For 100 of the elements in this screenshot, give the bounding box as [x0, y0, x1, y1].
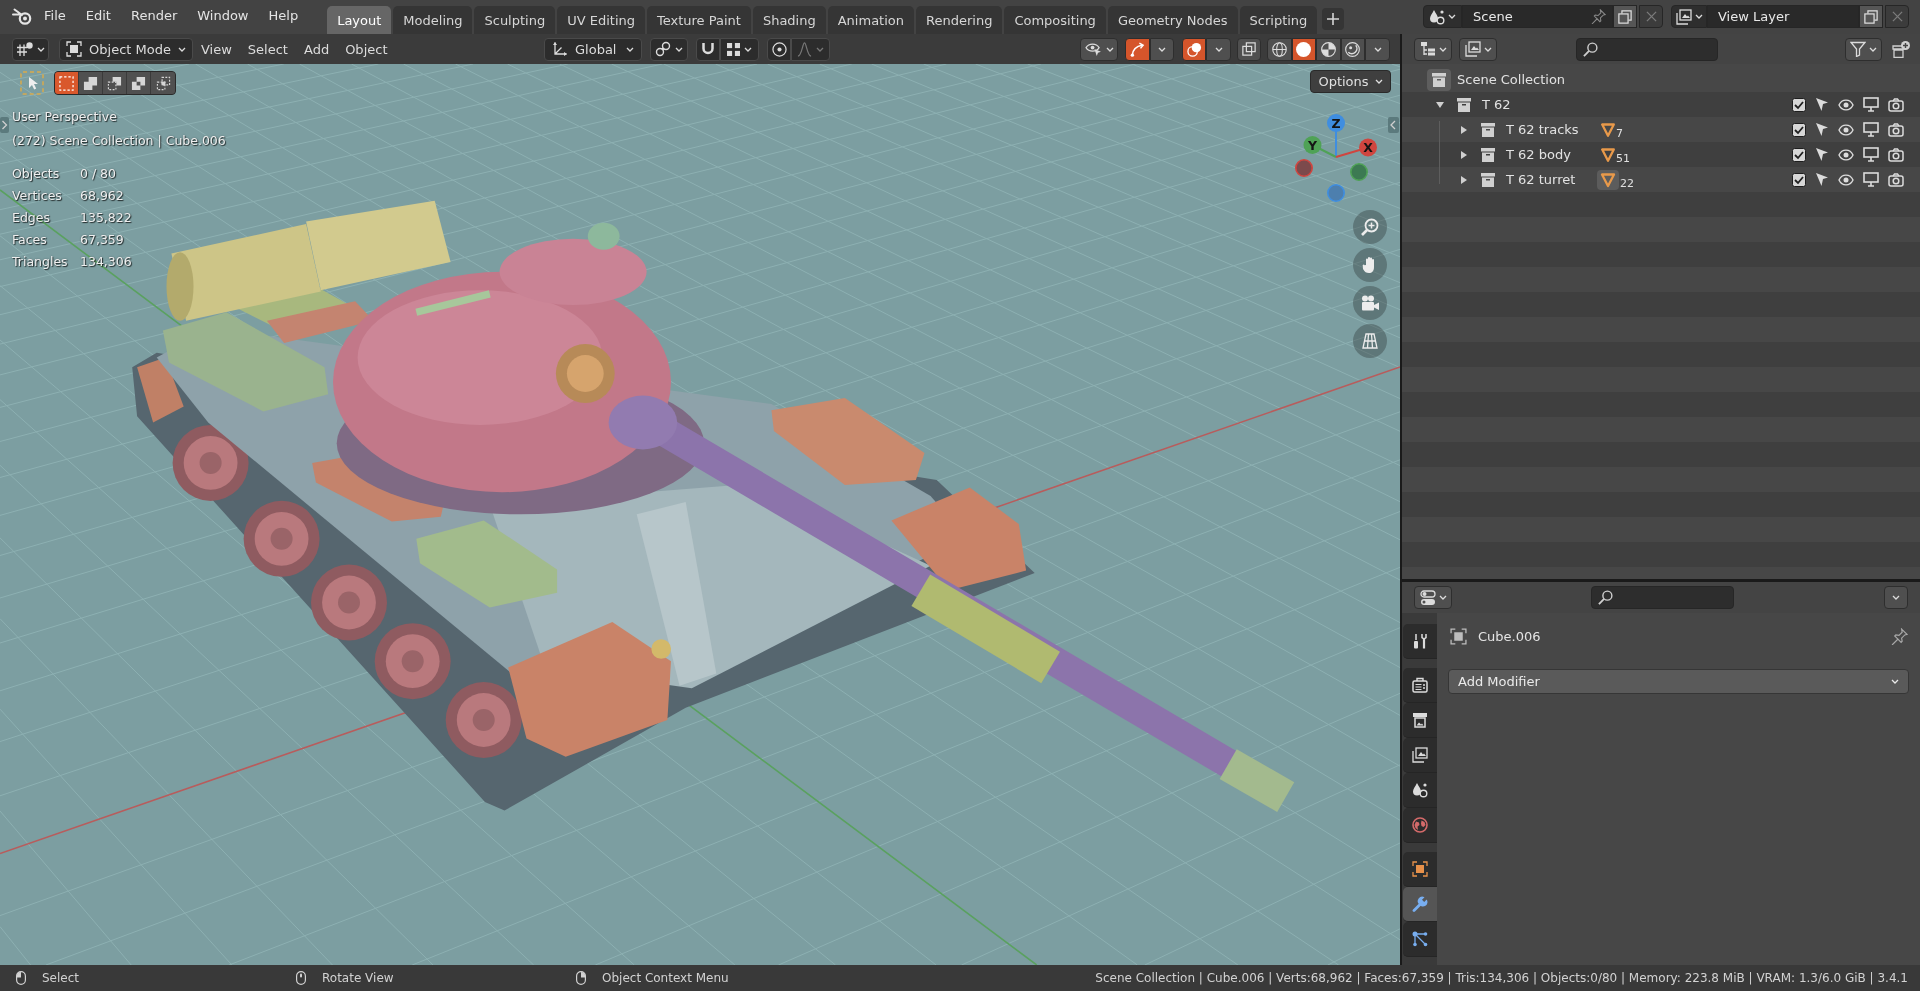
- shading-button[interactable]: [1316, 37, 1341, 61]
- eye-icon[interactable]: [1838, 98, 1854, 111]
- snap-target-dropdown[interactable]: [720, 37, 759, 61]
- camera-icon[interactable]: [1888, 147, 1904, 162]
- overlays-toggle[interactable]: [1182, 37, 1206, 61]
- xray-toggle[interactable]: [1237, 37, 1261, 61]
- chevron-right-icon[interactable]: [0, 117, 9, 133]
- shading-button[interactable]: [1267, 37, 1292, 61]
- checkbox[interactable]: [1792, 147, 1806, 162]
- eye-icon[interactable]: [1838, 123, 1854, 136]
- outliner-search-field[interactable]: [1576, 37, 1718, 61]
- shading-dropdown[interactable]: [1365, 37, 1390, 61]
- triangle-right-icon[interactable]: [1461, 125, 1467, 134]
- collection-name[interactable]: T 62 turret: [1506, 172, 1576, 187]
- axis-button[interactable]: X: [1335, 138, 1377, 158]
- properties-tab[interactable]: [1403, 668, 1437, 703]
- overlays-dropdown[interactable]: [1206, 37, 1231, 61]
- display-mode-dropdown[interactable]: [1414, 37, 1452, 61]
- mode-dropdown[interactable]: Object Mode: [59, 37, 193, 61]
- workspace-tab[interactable]: Shading: [752, 6, 826, 34]
- properties-tab[interactable]: [1403, 703, 1437, 738]
- triangle-down-icon[interactable]: [1436, 101, 1444, 108]
- menu-item[interactable]: File: [34, 0, 76, 31]
- gizmo-dropdown[interactable]: [1150, 37, 1174, 61]
- delete-scene-button[interactable]: [1639, 5, 1663, 28]
- scene-browse-button[interactable]: [1423, 5, 1462, 28]
- properties-tab[interactable]: [1403, 773, 1437, 808]
- monitor-icon[interactable]: [1863, 122, 1879, 137]
- view-layer-name-field[interactable]: View Layer: [1707, 5, 1859, 28]
- mesh-triangle-icon[interactable]: [1597, 169, 1619, 190]
- cursor-arrow-icon[interactable]: [1815, 172, 1829, 187]
- add-workspace-button[interactable]: [1322, 8, 1345, 30]
- options-dropdown[interactable]: Options: [1310, 70, 1391, 93]
- view-layer-browse-button[interactable]: [1671, 5, 1707, 28]
- add-modifier-dropdown[interactable]: Add Modifier: [1448, 669, 1909, 694]
- camera-icon[interactable]: [1888, 122, 1904, 137]
- menu-item[interactable]: Help: [258, 0, 309, 31]
- perspective-toggle[interactable]: [1353, 324, 1387, 358]
- properties-tab[interactable]: [1403, 887, 1437, 922]
- workspace-tab[interactable]: Rendering: [916, 6, 1003, 34]
- negative-axis-button[interactable]: [1295, 159, 1313, 177]
- collection-name[interactable]: T 62 tracks: [1506, 122, 1579, 137]
- menu-item[interactable]: Edit: [75, 0, 121, 31]
- monitor-icon[interactable]: [1863, 172, 1879, 187]
- gizmo-toggle[interactable]: [1125, 37, 1150, 61]
- monitor-icon[interactable]: [1863, 97, 1879, 112]
- new-collection-icon[interactable]: [1892, 40, 1910, 58]
- axis-button[interactable]: Y: [1303, 136, 1337, 158]
- collection-name[interactable]: T 62: [1482, 97, 1511, 112]
- workspace-tab[interactable]: Layout: [327, 6, 392, 34]
- triangle-right-icon[interactable]: [1461, 150, 1467, 159]
- workspace-tab[interactable]: Animation: [827, 6, 914, 34]
- camera-view-button[interactable]: [1353, 286, 1387, 320]
- checkbox[interactable]: [1792, 172, 1806, 187]
- snap-toggle[interactable]: [696, 37, 720, 61]
- workspace-tab[interactable]: Texture Paint: [647, 6, 751, 34]
- collection-name[interactable]: T 62 body: [1506, 147, 1571, 162]
- header-menu[interactable]: Select: [239, 37, 296, 61]
- pin-icon[interactable]: [1891, 627, 1908, 645]
- camera-icon[interactable]: [1888, 172, 1904, 187]
- properties-search-field[interactable]: [1591, 586, 1734, 609]
- new-view-layer-button[interactable]: [1859, 5, 1883, 28]
- axis-button[interactable]: Z: [1327, 114, 1345, 158]
- monitor-icon[interactable]: [1863, 147, 1879, 162]
- pivot-dropdown[interactable]: [650, 37, 688, 61]
- filter-mode-dropdown[interactable]: [1459, 37, 1497, 61]
- zoom-button[interactable]: [1353, 210, 1387, 244]
- workspace-tab[interactable]: UV Editing: [557, 6, 645, 34]
- cursor-arrow-icon[interactable]: [1815, 147, 1829, 162]
- mesh-triangle-icon[interactable]: [1601, 122, 1615, 137]
- workspace-tab[interactable]: Compositing: [1004, 6, 1106, 34]
- properties-tab[interactable]: [1403, 922, 1437, 957]
- header-menu[interactable]: View: [193, 37, 240, 61]
- mesh-triangle-icon[interactable]: [1601, 147, 1615, 162]
- options-dropdown[interactable]: [1884, 586, 1908, 609]
- delete-view-layer-button[interactable]: [1885, 5, 1909, 28]
- new-scene-button[interactable]: [1613, 5, 1637, 28]
- chevron-left-icon[interactable]: [1388, 117, 1399, 133]
- select-mode-button[interactable]: [127, 72, 151, 94]
- orientation-dropdown[interactable]: Global: [544, 37, 642, 61]
- shading-button[interactable]: [1291, 37, 1316, 61]
- proportional-editing-toggle[interactable]: [767, 37, 791, 61]
- cursor-arrow-icon[interactable]: [1815, 122, 1829, 137]
- workspace-tab[interactable]: Sculpting: [474, 6, 556, 34]
- camera-icon[interactable]: [1888, 97, 1904, 112]
- select-mode-button[interactable]: [103, 72, 127, 94]
- menu-item[interactable]: Render: [120, 0, 188, 31]
- visibility-dropdown[interactable]: [1080, 37, 1118, 61]
- checkbox[interactable]: [1792, 97, 1806, 112]
- header-menu[interactable]: Add: [295, 37, 338, 61]
- eye-icon[interactable]: [1838, 173, 1854, 186]
- triangle-right-icon[interactable]: [1461, 175, 1467, 184]
- menu-item[interactable]: Window: [187, 0, 259, 31]
- editor-type-button[interactable]: [1414, 586, 1452, 609]
- eye-icon[interactable]: [1838, 148, 1854, 161]
- select-mode-button[interactable]: [79, 72, 103, 94]
- editor-type-button[interactable]: [12, 37, 49, 61]
- scene-name-field[interactable]: Scene: [1462, 5, 1613, 28]
- properties-tab[interactable]: [1403, 624, 1437, 659]
- workspace-tab[interactable]: Geometry Nodes: [1107, 6, 1238, 34]
